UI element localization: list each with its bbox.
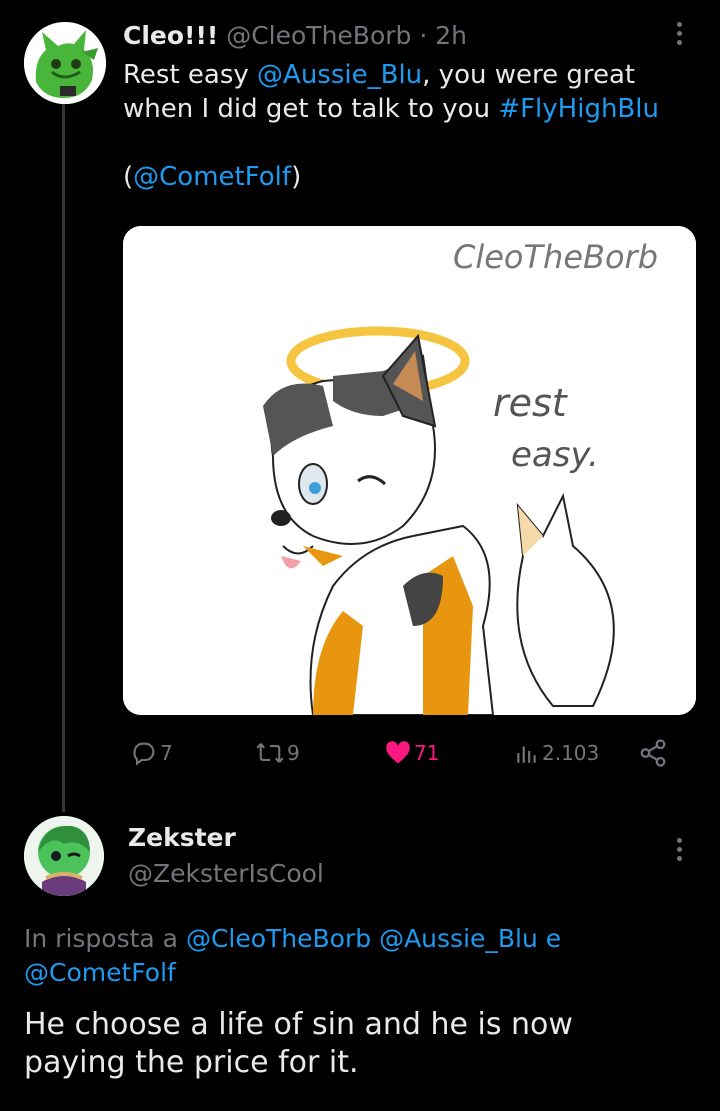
credit-paren-open: ( — [123, 162, 134, 192]
views-button[interactable]: 2.103 — [514, 735, 599, 771]
thread-connector-line — [62, 100, 65, 812]
mention-cleotheborb[interactable]: @CleoTheBorb — [186, 924, 371, 953]
views-icon — [517, 746, 536, 763]
post-media-image[interactable]: CleoTheBorb rest easy. — [123, 226, 696, 715]
heart-icon — [386, 741, 410, 764]
reply-context-line-1: In risposta a @CleoTheBorb @Aussie_Blu e — [24, 922, 704, 956]
repost-count: 9 — [287, 741, 300, 765]
reply-context-prefix: In risposta a — [24, 924, 186, 953]
more-vertical-icon — [677, 22, 683, 45]
reply-context: In risposta a @CleoTheBorb @Aussie_Blu e… — [24, 922, 704, 990]
mention-cometfolf[interactable]: @CometFolf — [133, 162, 291, 192]
reply-text: He choose a life of sin and he is now pa… — [24, 1006, 714, 1082]
mention-cometfolf[interactable]: @CometFolf — [24, 958, 176, 987]
views-count: 2.103 — [542, 741, 600, 765]
more-vertical-icon — [677, 838, 683, 861]
reply-avatar-image — [24, 816, 104, 896]
artwork-illustration: CleoTheBorb rest easy. — [123, 226, 696, 715]
post-timestamp[interactable]: 2h — [435, 21, 467, 50]
reply-button[interactable]: 7 — [130, 735, 173, 771]
post-text-fragment: Rest easy — [123, 60, 258, 90]
reply-more-button[interactable] — [677, 838, 683, 865]
like-count: 71 — [414, 741, 440, 765]
credit-paren-close: ) — [291, 162, 302, 192]
post-header: Cleo!!! @CleoTheBorb · 2h — [123, 20, 467, 52]
avatar[interactable] — [24, 22, 106, 104]
post-text-fragment: , you were great — [422, 60, 636, 90]
reply-handle[interactable]: @ZeksterIsCool — [128, 858, 324, 890]
reply-context-conjunction: e — [537, 924, 562, 953]
reply-avatar[interactable] — [24, 816, 104, 896]
reply-icon — [133, 742, 155, 766]
share-button[interactable] — [638, 735, 670, 771]
mention-aussie-blu[interactable]: @Aussie_Blu — [257, 60, 422, 90]
post-text-fragment: when I did get to talk to you — [123, 94, 499, 124]
avatar-image — [24, 22, 106, 104]
like-button[interactable]: 71 — [384, 735, 439, 771]
post-text-line-1: Rest easy @Aussie_Blu, you were great — [123, 58, 703, 92]
mention-aussie-blu[interactable]: @Aussie_Blu — [379, 924, 538, 953]
hashtag-flyhighblu[interactable]: #FlyHighBlu — [498, 94, 659, 124]
reply-text-line-2: paying the price for it. — [24, 1045, 359, 1080]
artwork-caption-line-1: rest — [493, 381, 569, 425]
post-credit-line: (@CometFolf) — [123, 160, 703, 194]
post-handle[interactable]: @CleoTheBorb — [226, 21, 411, 50]
post-more-button[interactable] — [677, 22, 683, 49]
artwork-signature: CleoTheBorb — [453, 238, 658, 276]
post-text-line-2: when I did get to talk to you #FlyHighBl… — [123, 92, 703, 126]
post-separator: · — [419, 21, 428, 50]
artwork-caption-line-2: easy. — [511, 435, 599, 475]
reply-context-line-2: @CometFolf — [24, 956, 704, 990]
post-display-name[interactable]: Cleo!!! — [123, 21, 218, 50]
post-text: Rest easy @Aussie_Blu, you were great wh… — [123, 58, 703, 194]
reply-count: 7 — [160, 741, 173, 765]
reply-display-name[interactable]: Zekster — [128, 822, 236, 854]
reply-text-line-1: He choose a life of sin and he is now — [24, 1007, 573, 1042]
repost-button[interactable]: 9 — [255, 735, 300, 771]
share-icon — [640, 739, 666, 767]
repost-icon — [256, 743, 284, 763]
